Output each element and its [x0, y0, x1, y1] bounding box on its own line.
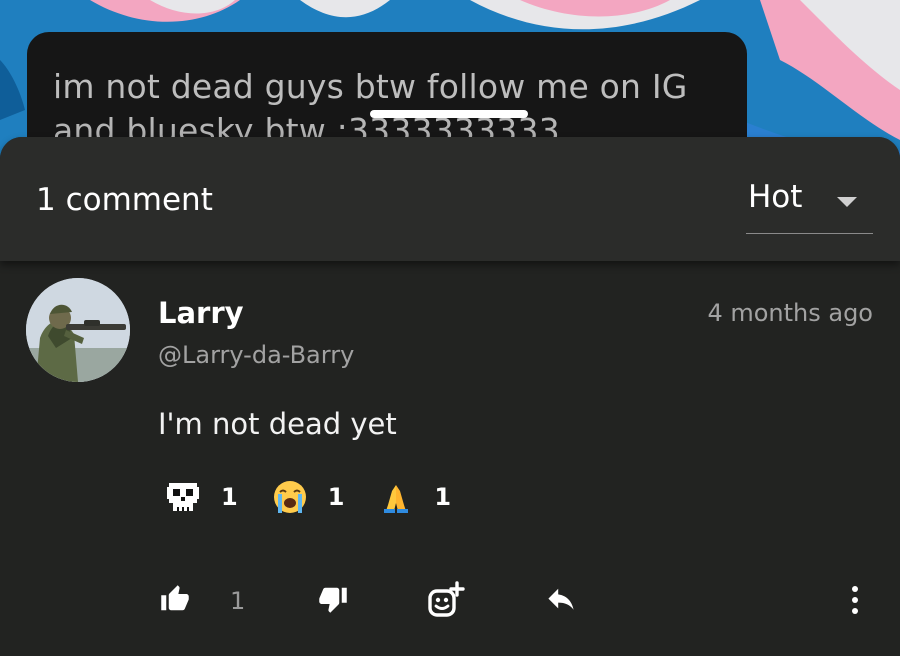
reply-button[interactable]: [544, 586, 578, 618]
reaction-count: 1: [221, 483, 238, 511]
dislike-button[interactable]: [318, 584, 348, 618]
sort-dropdown[interactable]: Hot: [746, 177, 873, 234]
reaction-list: 1 1 1: [165, 479, 485, 515]
reply-icon: [548, 588, 574, 610]
folded-hands-icon: [384, 485, 409, 513]
sort-selected-label: Hot: [748, 179, 803, 215]
loudly-crying-face-icon: [273, 481, 306, 513]
avatar[interactable]: [26, 278, 130, 382]
comments-sheet: 1 comment Hot Larry @Larry-da-Barry 4 mo…: [0, 137, 900, 656]
comment-timestamp: 4 months ago: [707, 299, 873, 327]
more-options-button[interactable]: [846, 585, 864, 619]
add-reaction-button[interactable]: [427, 581, 465, 623]
add-reaction-icon: [428, 581, 465, 617]
reaction-pray[interactable]: 1: [378, 479, 451, 515]
comment-body: I'm not dead yet: [158, 407, 397, 441]
caret-down-icon: [837, 197, 857, 207]
author-handle[interactable]: @Larry-da-Barry: [158, 341, 354, 369]
author-name[interactable]: Larry: [158, 296, 244, 330]
like-count: 1: [230, 587, 246, 615]
reaction-crying[interactable]: 1: [272, 479, 345, 515]
like-button[interactable]: [160, 584, 190, 618]
avatar-image: [26, 278, 130, 382]
comment-count: 1 comment: [36, 182, 213, 218]
comments-header: 1 comment Hot: [0, 137, 900, 261]
reaction-skull[interactable]: 1: [165, 479, 238, 515]
thumbs-up-icon: [161, 585, 189, 611]
sheet-drag-handle[interactable]: [370, 110, 528, 118]
skull-icon: [167, 483, 199, 511]
reaction-count: 1: [434, 483, 452, 511]
reaction-count: 1: [327, 483, 345, 511]
more-vertical-icon: [852, 586, 858, 614]
thumbs-down-icon: [319, 587, 347, 613]
